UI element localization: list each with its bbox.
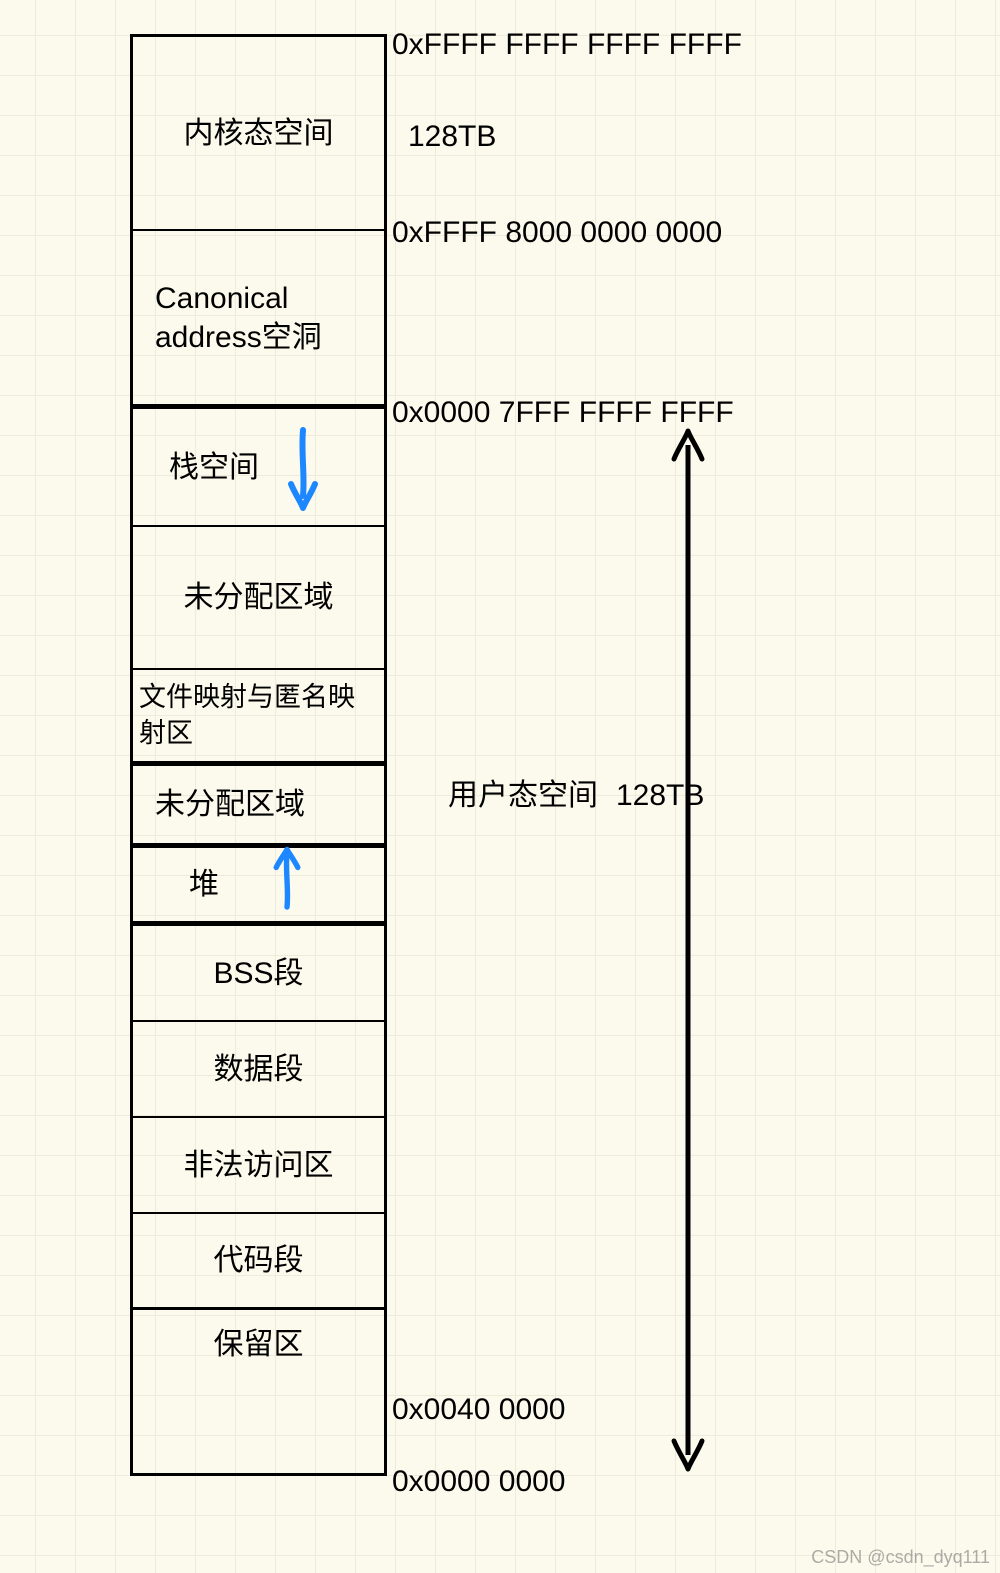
watermark: CSDN @csdn_dyq111 (811, 1547, 990, 1568)
region-mmap: 文件映射与匿名映射区 (133, 670, 384, 766)
region-unallocated-2: 未分配区域 (133, 766, 384, 848)
region-heap: 堆 (133, 848, 384, 926)
user-space-range-arrow-icon (668, 425, 708, 1475)
addr-code-base: 0x0040 0000 (392, 1393, 566, 1427)
addr-top: 0xFFFF FFFF FFFF FFFF (392, 28, 742, 62)
kernel-size-label: 128TB (408, 120, 496, 154)
heap-label: 堆 (189, 865, 219, 904)
region-illegal: 非法访问区 (133, 1118, 384, 1214)
addr-kernel-base: 0xFFFF 8000 0000 0000 (392, 216, 722, 250)
region-code: 代码段 (133, 1214, 384, 1310)
region-bss: BSS段 (133, 926, 384, 1022)
heap-grow-up-arrow-icon (267, 844, 307, 916)
region-unallocated-1: 未分配区域 (133, 527, 384, 670)
region-canonical-hole: Canonical address空洞 (133, 231, 384, 409)
region-reserved: 保留区 (133, 1310, 384, 1378)
user-space-text: 用户态空间 (448, 779, 616, 812)
region-data: 数据段 (133, 1022, 384, 1118)
addr-bottom: 0x0000 0000 (392, 1465, 566, 1499)
user-space-label: 用户态空间128TB (448, 770, 704, 814)
region-stack: 栈空间 (133, 409, 384, 527)
stack-grow-down-arrow-icon (283, 423, 323, 515)
memory-layout-diagram: 内核态空间 Canonical address空洞 栈空间 未分配区域 文件映射… (130, 34, 387, 1476)
region-kernel: 内核态空间 (133, 37, 384, 231)
stack-label: 栈空间 (169, 448, 259, 487)
